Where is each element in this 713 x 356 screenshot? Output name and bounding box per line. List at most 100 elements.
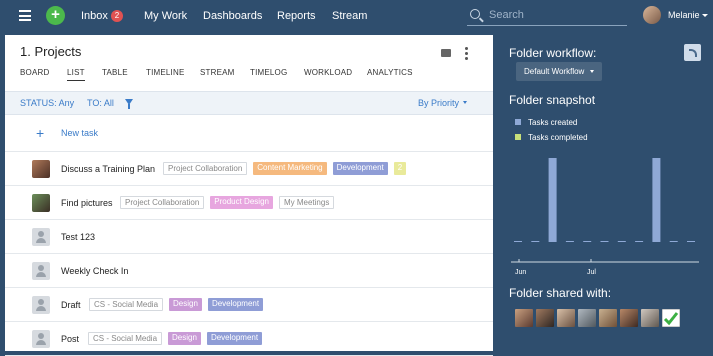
folder-tag[interactable]: Project Collaboration — [163, 162, 248, 175]
task-tags: Project Collaboration Product Design My Me… — [120, 196, 340, 209]
folder-tag[interactable]: Design — [168, 332, 201, 345]
user-name[interactable]: Melanie — [668, 10, 700, 20]
assignee-avatar[interactable] — [32, 330, 50, 348]
bar-tasks-created — [669, 241, 678, 242]
bar-tasks-created — [652, 158, 661, 242]
bar-tasks-created — [635, 241, 644, 242]
workflow-dropdown[interactable]: Default Workflow — [516, 62, 603, 81]
shared-user-avatar[interactable] — [599, 309, 617, 327]
workflow-heading: Folder workflow: — [509, 46, 597, 60]
more-options-icon[interactable] — [465, 47, 468, 62]
nav-reports[interactable]: Reports — [277, 10, 316, 22]
workflow-value: Default Workflow — [524, 67, 585, 76]
search-icon — [470, 9, 480, 19]
nav-inbox-label: Inbox — [81, 10, 108, 22]
status-filter[interactable]: STATUS: Any — [20, 98, 74, 108]
rss-feed-icon[interactable] — [684, 44, 701, 61]
task-name[interactable]: Test 123 — [61, 232, 95, 242]
x-tick-label: Jun — [515, 269, 526, 275]
inbox-count-badge: 2 — [110, 10, 123, 22]
page-title: 1. Projects — [20, 44, 82, 59]
bar-tasks-created — [687, 241, 695, 242]
folder-tag[interactable]: Development — [332, 162, 388, 175]
folder-tag[interactable]: CS - Social Media — [89, 298, 164, 311]
snapshot-heading: Folder snapshot — [509, 93, 596, 107]
task-row[interactable]: Test 123 — [5, 220, 493, 254]
task-name[interactable]: Find pictures — [61, 198, 113, 208]
tab-board[interactable]: BOARD — [20, 68, 49, 77]
legend-tasks-completed: Tasks completed — [515, 133, 588, 142]
add-share-button[interactable]: + — [667, 312, 673, 323]
folder-tag[interactable]: Development — [206, 332, 263, 345]
task-name[interactable]: Post — [61, 334, 79, 344]
folder-info-sidebar: Folder workflow: Default Workflow Folder… — [497, 35, 713, 351]
tab-analytics[interactable]: ANALYTICS — [367, 68, 413, 77]
nav-inbox[interactable]: Inbox 2 — [81, 10, 123, 22]
task-name[interactable]: Weekly Check In — [61, 266, 128, 276]
sort-label: By Priority — [418, 98, 460, 108]
shared-user-avatar[interactable] — [620, 309, 638, 327]
task-name[interactable]: Discuss a Training Plan — [61, 164, 155, 174]
task-tags: CS - Social Media Design Development — [89, 298, 269, 311]
assignee-avatar[interactable] — [32, 228, 50, 246]
tab-timelog[interactable]: TIMELOG — [250, 68, 287, 77]
tab-table[interactable]: TABLE — [102, 68, 128, 77]
shared-user-avatar[interactable] — [557, 309, 575, 327]
assignee-avatar[interactable] — [32, 262, 50, 280]
legend-label-completed: Tasks completed — [528, 133, 588, 142]
folder-tag[interactable]: Content Marketing — [253, 162, 327, 175]
assignee-filter[interactable]: TO: All — [87, 98, 114, 108]
filter-bar: STATUS: Any TO: All By Priority — [5, 91, 493, 115]
sort-dropdown[interactable]: By Priority — [418, 98, 468, 108]
task-row[interactable]: Find pictures Project Collaboration Produc… — [5, 186, 493, 220]
filter-icon[interactable] — [125, 99, 133, 109]
nav-my-work[interactable]: My Work — [144, 10, 187, 22]
chevron-down-icon[interactable] — [702, 14, 708, 17]
bar-tasks-created — [617, 241, 626, 242]
nav-dashboards[interactable]: Dashboards — [203, 10, 262, 22]
task-row[interactable]: Discuss a Training Plan Project Collabora… — [5, 152, 493, 186]
legend-swatch-created — [515, 119, 521, 125]
create-new-button[interactable]: + — [46, 6, 65, 25]
chevron-down-icon — [463, 101, 468, 104]
new-task-label: New task — [61, 128, 99, 138]
tab-timeline[interactable]: TIMELINE — [146, 68, 185, 77]
new-task-row[interactable]: + New task — [5, 118, 493, 152]
assignee-avatar[interactable] — [32, 194, 50, 212]
folder-tag[interactable]: Project Collaboration — [120, 196, 205, 209]
hamburger-menu-icon[interactable] — [19, 10, 31, 21]
chevron-down-icon — [590, 70, 595, 73]
legend-label-created: Tasks created — [528, 118, 578, 127]
bar-tasks-created — [600, 241, 609, 242]
search-placeholder: Search — [489, 9, 524, 21]
folder-tag[interactable]: Development — [207, 298, 264, 311]
legend-swatch-completed — [515, 134, 521, 140]
tab-workload[interactable]: WORKLOAD — [304, 68, 352, 77]
folder-tag[interactable]: 2 — [393, 162, 407, 175]
assignee-avatar[interactable] — [32, 296, 50, 314]
task-row[interactable]: Weekly Check In — [5, 254, 493, 288]
shared-user-avatar[interactable] — [515, 309, 533, 327]
top-navigation-bar: + Inbox 2 My Work Dashboards Reports Stre… — [0, 0, 713, 33]
folder-tag[interactable]: Product Design — [210, 196, 273, 209]
task-tags: Project Collaboration Content Marketing De… — [163, 162, 412, 175]
task-row[interactable]: Draft CS - Social Media Design Development — [5, 288, 493, 322]
nav-stream[interactable]: Stream — [332, 10, 367, 22]
tab-list[interactable]: LIST — [67, 68, 85, 81]
task-list-panel: 1. Projects BOARD LIST TABLE TIMELINE ST… — [5, 35, 493, 356]
assignee-avatar[interactable] — [32, 160, 50, 178]
task-name[interactable]: Draft — [61, 300, 81, 310]
folder-tag[interactable]: CS - Social Media — [88, 332, 163, 345]
user-avatar[interactable] — [643, 6, 661, 24]
folder-tag[interactable]: My Meetings — [278, 196, 335, 209]
folder-icon[interactable] — [441, 49, 451, 57]
shared-user-avatar[interactable] — [578, 309, 596, 327]
search-input[interactable]: Search — [467, 6, 627, 26]
tab-stream[interactable]: STREAM — [200, 68, 235, 77]
plus-icon: + — [36, 125, 45, 141]
folder-snapshot-chart: Jun Jul — [511, 158, 699, 275]
shared-user-avatar[interactable] — [536, 309, 554, 327]
shared-user-avatar[interactable] — [641, 309, 659, 327]
bar-tasks-created — [583, 241, 592, 242]
folder-tag[interactable]: Design — [169, 298, 202, 311]
